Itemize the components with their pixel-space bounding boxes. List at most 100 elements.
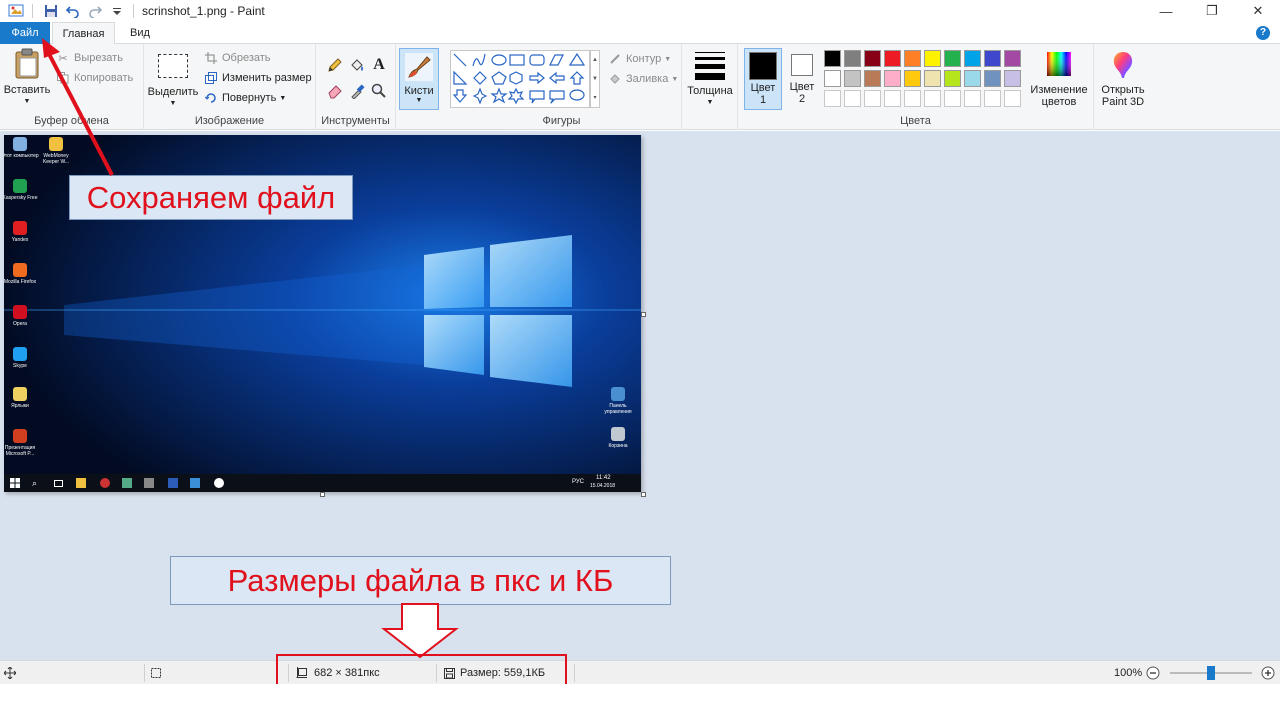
zoom-out-button[interactable]: [1146, 661, 1160, 685]
customize-quick-access-icon[interactable]: [107, 1, 127, 21]
resize-handle-right[interactable]: [641, 312, 646, 317]
undo-icon[interactable]: [63, 1, 83, 21]
select-button[interactable]: Выделить ▼: [148, 48, 198, 110]
ribbon-tabs: Файл Главная Вид ?: [0, 22, 1280, 45]
desktop-icon[interactable]: Корзина: [598, 427, 638, 449]
palette-color-swatch[interactable]: [884, 50, 901, 67]
rotate-button[interactable]: Повернуть ▼: [204, 89, 286, 107]
edit-colors-label-1: Изменение: [1030, 84, 1088, 96]
canvas-workspace[interactable]: Этот компьютер WebMoney Keeper W... Kasper…: [0, 131, 1280, 660]
palette-color-swatch[interactable]: [964, 50, 981, 67]
separator: [32, 4, 33, 18]
desktop-icon-graphic: [13, 137, 27, 151]
color1-button[interactable]: Цвет 1: [744, 48, 782, 110]
desktop-icon[interactable]: Skype: [4, 347, 40, 369]
custom-color-slot[interactable]: [984, 90, 1001, 107]
tray-language: РУС: [572, 479, 585, 485]
palette-color-swatch[interactable]: [984, 50, 1001, 67]
palette-color-swatch[interactable]: [884, 70, 901, 87]
palette-color-swatch[interactable]: [1004, 70, 1021, 87]
desktop-icon-graphic: [611, 427, 625, 441]
desktop-icon[interactable]: Панель управления: [598, 387, 638, 415]
windows-taskbar: ⌕ РУС 11:42 15.04.2018: [4, 474, 641, 492]
palette-color-swatch[interactable]: [1004, 50, 1021, 67]
magnifier-icon[interactable]: [370, 82, 388, 100]
palette-color-swatch[interactable]: [944, 70, 961, 87]
minimize-button[interactable]: —: [1143, 0, 1189, 22]
desktop-icon[interactable]: Презентация Microsoft P...: [4, 429, 40, 457]
brushes-button[interactable]: Кисти ▼: [399, 48, 439, 110]
desktop-icon[interactable]: Opera: [4, 305, 40, 327]
crop-label: Обрезать: [222, 52, 271, 64]
zoom-slider-thumb[interactable]: [1207, 666, 1215, 680]
size-label: Толщина: [687, 85, 733, 97]
custom-color-slot[interactable]: [864, 90, 881, 107]
color2-button[interactable]: Цвет 2: [786, 48, 818, 110]
custom-color-slot[interactable]: [844, 90, 861, 107]
shapes-scroll[interactable]: ▲ ▼ ▾: [590, 50, 600, 108]
palette-color-swatch[interactable]: [844, 70, 861, 87]
custom-color-slot[interactable]: [924, 90, 941, 107]
edit-colors-button[interactable]: Изменение цветов: [1028, 48, 1090, 108]
custom-color-slot[interactable]: [1004, 90, 1021, 107]
custom-color-slot[interactable]: [884, 90, 901, 107]
zoom-slider[interactable]: [1170, 666, 1252, 680]
desktop-icon-graphic: [13, 221, 27, 235]
palette-color-swatch[interactable]: [844, 50, 861, 67]
palette-color-swatch[interactable]: [924, 70, 941, 87]
outline-button[interactable]: Контур ▼: [608, 50, 671, 68]
color-wheel-icon: [1047, 52, 1071, 76]
custom-color-slot[interactable]: [904, 90, 921, 107]
paint-window: scrinshot_1.png - Paint — ❐ ✕ Файл Главн…: [0, 0, 1280, 720]
resize-button[interactable]: Изменить размер: [204, 69, 312, 87]
tray-date: 15.04.2018: [590, 483, 616, 489]
size-button[interactable]: Толщина ▼: [685, 48, 735, 109]
palette-color-swatch[interactable]: [944, 50, 961, 67]
color-picker-icon[interactable]: [348, 82, 366, 100]
custom-color-slot[interactable]: [944, 90, 961, 107]
palette-color-swatch[interactable]: [864, 70, 881, 87]
app-icon[interactable]: [6, 1, 26, 21]
save-icon[interactable]: [41, 1, 61, 21]
custom-color-slot[interactable]: [824, 90, 841, 107]
restore-button[interactable]: ❐: [1189, 0, 1235, 22]
desktop-icon-graphic: [611, 387, 625, 401]
desktop-icon-label: Opera: [13, 321, 27, 327]
desktop-icon[interactable]: Ярлыки: [4, 387, 40, 409]
cursor-position-icon: [4, 661, 16, 685]
color-palette: [822, 48, 1032, 112]
outline-label: Контур: [626, 53, 662, 65]
palette-color-swatch[interactable]: [984, 70, 1001, 87]
pencil-icon[interactable]: [326, 56, 344, 74]
desktop-icon[interactable]: Yandex: [4, 221, 40, 243]
fill-button[interactable]: Заливка ▼: [608, 70, 678, 88]
crop-button[interactable]: Обрезать: [204, 49, 271, 67]
palette-color-swatch[interactable]: [824, 70, 841, 87]
resize-icon: [204, 71, 218, 85]
desktop-icon-graphic: [13, 263, 27, 277]
palette-color-swatch[interactable]: [904, 70, 921, 87]
palette-color-swatch[interactable]: [904, 50, 921, 67]
rotate-icon: [204, 91, 218, 105]
palette-color-swatch[interactable]: [864, 50, 881, 67]
zoom-in-button[interactable]: [1261, 661, 1275, 685]
eraser-icon[interactable]: [326, 82, 344, 100]
help-button[interactable]: ?: [1256, 26, 1270, 40]
resize-handle-bottom[interactable]: [320, 492, 325, 497]
desktop-icon[interactable]: Mozilla Firefox: [4, 263, 40, 285]
open-paint3d-button[interactable]: Открыть Paint 3D: [1098, 48, 1148, 108]
desktop-icon-label: Mozilla Firefox: [4, 279, 37, 285]
palette-color-swatch[interactable]: [964, 70, 981, 87]
palette-color-swatch[interactable]: [924, 50, 941, 67]
text-tool-icon[interactable]: A: [370, 56, 388, 74]
rotate-label: Повернуть: [222, 92, 277, 104]
fill-bucket-icon[interactable]: [348, 56, 366, 74]
crop-icon: [204, 51, 218, 65]
custom-color-slot[interactable]: [964, 90, 981, 107]
app-icon: [100, 478, 110, 488]
redo-icon[interactable]: [85, 1, 105, 21]
palette-color-swatch[interactable]: [824, 50, 841, 67]
close-button[interactable]: ✕: [1235, 0, 1280, 22]
paint3d-label-2: Paint 3D: [1101, 96, 1145, 108]
resize-handle-corner[interactable]: [641, 492, 646, 497]
